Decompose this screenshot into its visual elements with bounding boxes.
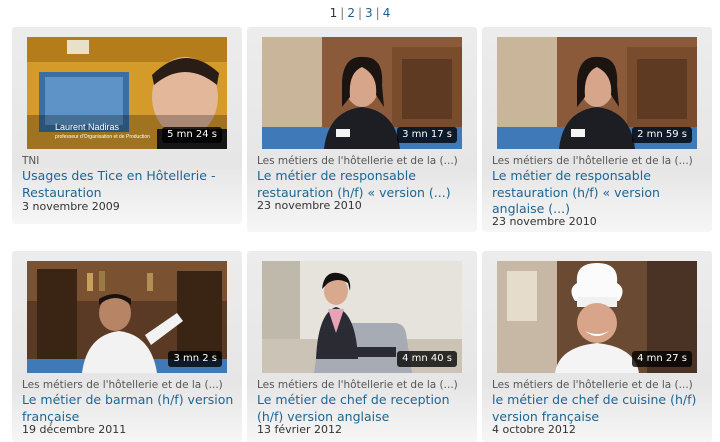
video-thumbnail[interactable]: 3 mn 2 s xyxy=(27,261,227,373)
video-category: Les métiers de l'hôtellerie et de la (..… xyxy=(492,379,693,391)
video-card: 4 mn 40 s Les métiers de l'hôtellerie et… xyxy=(247,251,477,442)
video-card: 2 mn 59 s Les métiers de l'hôtellerie et… xyxy=(482,27,712,232)
video-title-link[interactable]: Le métier de responsable restauration (h… xyxy=(492,168,704,218)
video-card: 3 mn 17 s Les métiers de l'hôtellerie et… xyxy=(247,27,477,232)
page-link-4[interactable]: 4 xyxy=(383,6,391,20)
video-category: Les métiers de l'hôtellerie et de la (..… xyxy=(257,379,458,391)
pagination-separator: | xyxy=(340,6,345,20)
video-title-link[interactable]: Le métier de responsable restauration (h… xyxy=(257,168,469,201)
video-thumbnail[interactable]: 3 mn 17 s xyxy=(262,37,462,149)
video-date: 23 novembre 2010 xyxy=(492,215,597,228)
video-category: Les métiers de l'hôtellerie et de la (..… xyxy=(22,379,223,391)
video-thumbnail[interactable]: 4 mn 27 s xyxy=(497,261,697,373)
video-date: 23 novembre 2010 xyxy=(257,199,362,212)
pagination: 1 | 2 | 3 | 4 xyxy=(0,6,720,20)
video-card: 4 mn 27 s Les métiers de l'hôtellerie et… xyxy=(482,251,712,442)
video-title-link[interactable]: Le métier de chef de reception (h/f) ver… xyxy=(257,392,469,425)
caption-role: professeur d'Organisation et de Producti… xyxy=(55,134,150,140)
video-thumbnail[interactable]: 2 mn 59 s xyxy=(497,37,697,149)
video-date: 13 février 2012 xyxy=(257,423,343,436)
duration-badge: 4 mn 40 s xyxy=(397,351,457,367)
video-thumbnail[interactable]: Laurent Nadiras professeur d'Organisatio… xyxy=(27,37,227,149)
page-link-1: 1 xyxy=(329,6,338,20)
caption-name: Laurent Nadiras xyxy=(55,122,120,132)
duration-badge: 3 mn 17 s xyxy=(397,127,457,143)
video-card: Laurent Nadiras professeur d'Organisatio… xyxy=(12,27,242,224)
page-link-3[interactable]: 3 xyxy=(365,6,373,20)
video-date: 19 décembre 2011 xyxy=(22,423,127,436)
page-link-2[interactable]: 2 xyxy=(347,6,355,20)
video-category: Les métiers de l'hôtellerie et de la (..… xyxy=(492,155,693,167)
video-date: 3 novembre 2009 xyxy=(22,200,120,213)
duration-badge: 4 mn 27 s xyxy=(632,351,692,367)
video-category: Les métiers de l'hôtellerie et de la (..… xyxy=(257,155,458,167)
video-category: TNI xyxy=(22,155,40,167)
pagination-separator: | xyxy=(357,6,363,20)
duration-badge: 3 mn 2 s xyxy=(168,351,222,367)
pagination-separator: | xyxy=(375,6,380,20)
video-title-link[interactable]: le métier de chef de cuisine (h/f) versi… xyxy=(492,392,704,425)
video-date: 4 octobre 2012 xyxy=(492,423,576,436)
duration-badge: 2 mn 59 s xyxy=(632,127,692,143)
video-thumbnail[interactable]: 4 mn 40 s xyxy=(262,261,462,373)
video-title-link[interactable]: Le métier de barman (h/f) version frança… xyxy=(22,392,234,425)
video-title-link[interactable]: Usages des Tice en Hôtellerie - Restaura… xyxy=(22,168,234,201)
duration-badge: 5 mn 24 s xyxy=(162,127,222,143)
video-card: 3 mn 2 s Les métiers de l'hôtellerie et … xyxy=(12,251,242,442)
